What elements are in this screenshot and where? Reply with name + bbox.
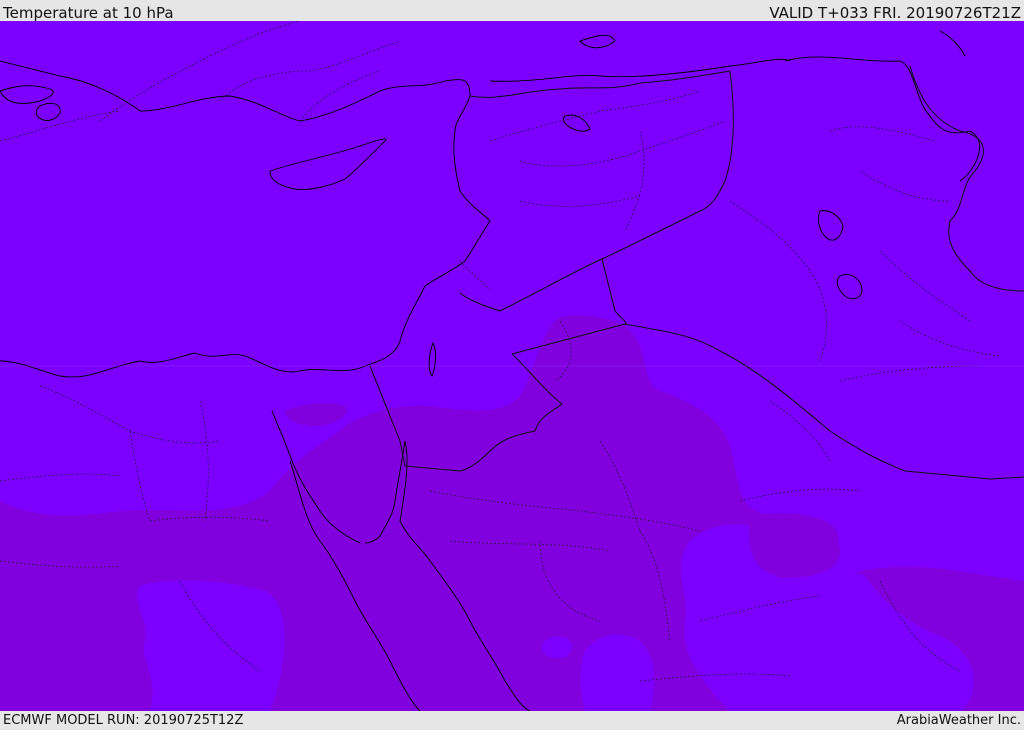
temperature-map (0, 21, 1024, 711)
temperature-lobe (137, 580, 285, 711)
brand-label: ArabiaWeather Inc. (896, 713, 1021, 728)
map-title: Temperature at 10 hPa (3, 4, 174, 22)
temperature-lobe (580, 634, 655, 711)
map-footer: ECMWF MODEL RUN: 20190725T12Z ArabiaWeat… (0, 711, 1024, 729)
map-header: Temperature at 10 hPa VALID T+033 FRI. 2… (0, 0, 1024, 22)
valid-time-label: VALID T+033 FRI. 20190726T21Z (769, 4, 1021, 22)
model-run-label: ECMWF MODEL RUN: 20190725T12Z (3, 713, 244, 728)
